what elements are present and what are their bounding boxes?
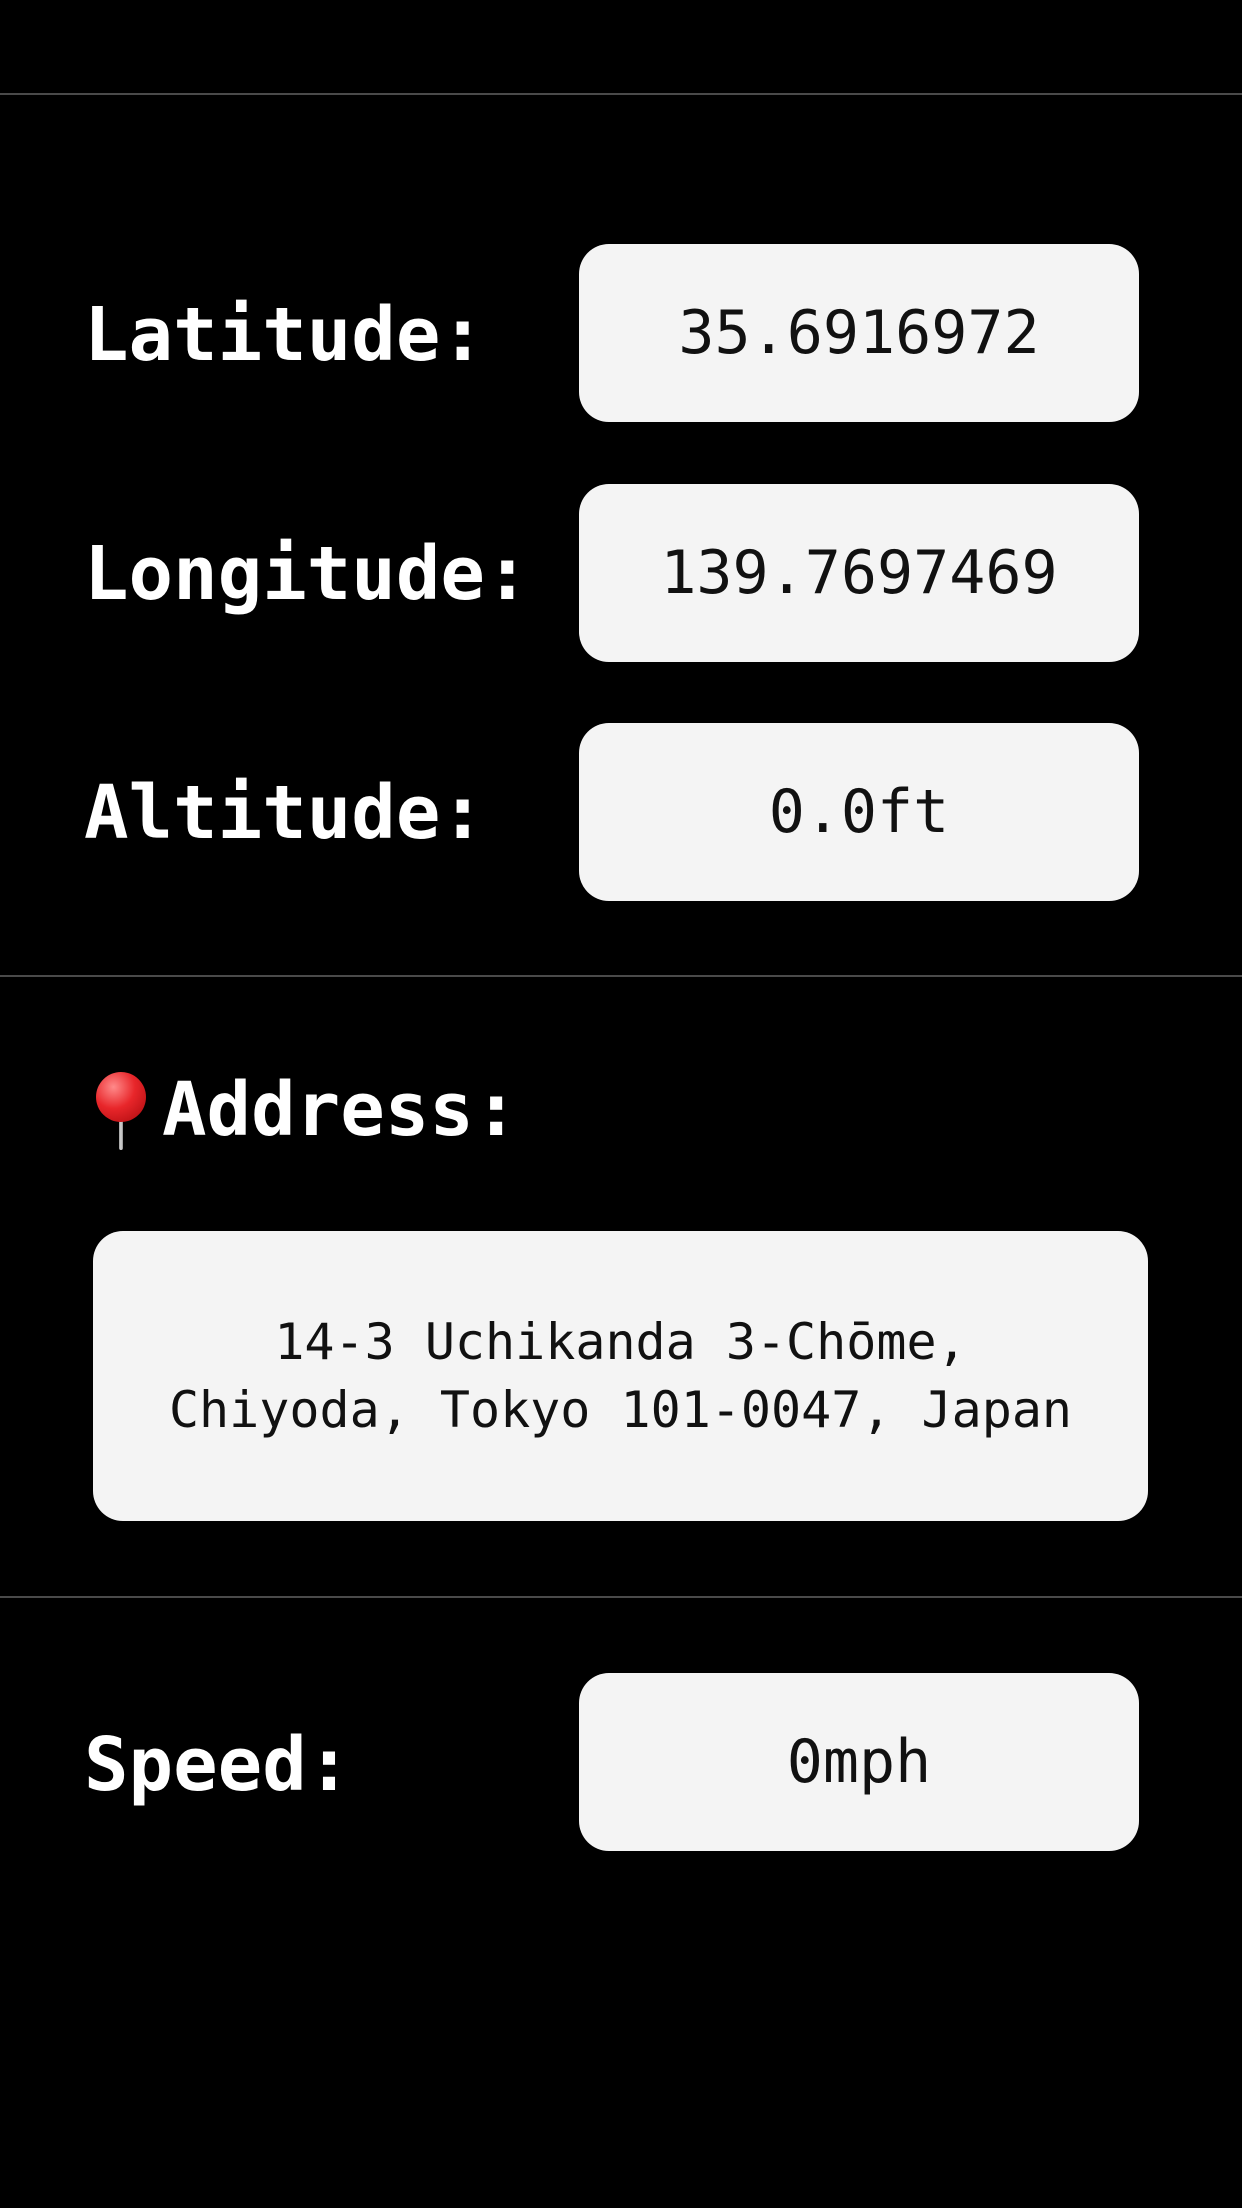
- latitude-value: 35.6916972: [579, 244, 1139, 422]
- altitude-label: Altitude:: [84, 770, 485, 856]
- address-line-1: 14-3 Uchikanda 3-Chōme,: [274, 1313, 967, 1371]
- latitude-label: Latitude:: [84, 292, 485, 378]
- address-divider: [0, 1596, 1242, 1598]
- address-header: Address:: [90, 1065, 518, 1155]
- altitude-value: 0.0ft: [579, 723, 1139, 901]
- coordinates-divider: [0, 975, 1242, 977]
- speed-label: Speed:: [84, 1722, 352, 1808]
- address-line-2: Chiyoda, Tokyo 101-0047, Japan: [168, 1381, 1073, 1439]
- top-divider: [0, 93, 1242, 95]
- longitude-value: 139.7697469: [579, 484, 1139, 662]
- address-value-box: 14-3 Uchikanda 3-Chōme, Chiyoda, Tokyo 1…: [93, 1231, 1148, 1521]
- round-pushpin-icon: [90, 1070, 156, 1150]
- address-label: Address:: [162, 1067, 519, 1153]
- longitude-label: Longitude:: [84, 531, 530, 617]
- speed-value: 0mph: [579, 1673, 1139, 1851]
